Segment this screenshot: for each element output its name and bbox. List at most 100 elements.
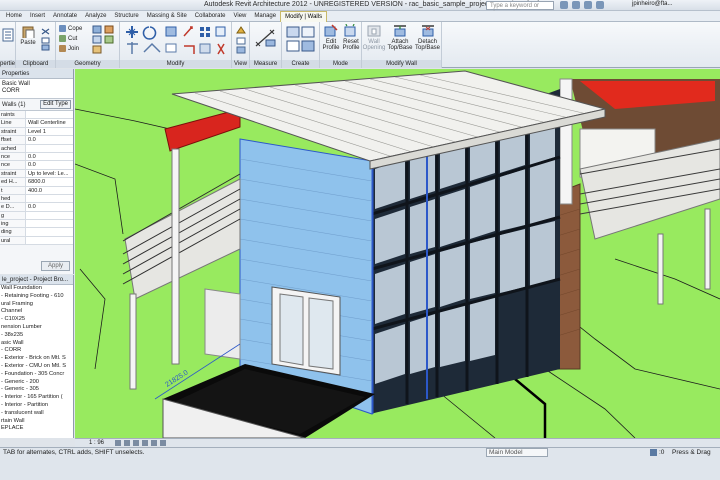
instance-selector[interactable]: Walls (1) [2,102,25,108]
group-clipboard: Paste Clipboard [16,22,56,68]
tab-home[interactable]: Home [2,11,26,21]
crop-region-icon[interactable] [151,440,157,446]
ribbon-tabs: Home Insert Annotate Analyze Structure M… [0,10,720,22]
group-label-geometry: Geometry [56,60,119,68]
cut-label: Cut [68,35,78,42]
tab-structure[interactable]: Structure [110,11,142,21]
edit-type-button[interactable]: Edit Type [40,100,71,109]
view-scale[interactable]: 1 : 96 [89,439,104,447]
instance-selector-row: Walls (1) Edit Type [0,99,73,111]
project-browser: le_project - Project Bro... Wall Foundat… [0,275,74,438]
tree-item[interactable]: - C10X25 [1,316,73,324]
tree-item[interactable]: - 38x235 [1,332,73,340]
type-selector[interactable]: Basic Wall CORR [0,79,73,99]
create-tools-icons[interactable] [285,25,317,55]
property-row[interactable]: straint Level 1 [0,127,73,137]
group-modify-wall: Wall Opening Attach Top/Base Detach Top/… [362,22,442,68]
property-row[interactable]: nce 0.0 [0,161,73,170]
cope-label: Cope [68,25,83,32]
measure-icon[interactable] [254,26,278,50]
3d-viewport[interactable]: 21825.0 [75,69,720,438]
tree-item[interactable]: - Generic - 305 [1,386,73,394]
edit-profile-button[interactable]: Edit Profile [321,24,341,51]
detach-top-base-button[interactable]: Detach Top/Base [414,24,441,51]
temporary-hide-icon[interactable] [160,440,166,446]
active-model-dropdown[interactable]: Main Model [486,448,548,457]
attach-top-base-button[interactable]: Attach Top/Base [387,24,413,51]
tree-item[interactable]: - Generic - 200 [1,379,73,387]
reset-profile-button[interactable]: Reset Profile [341,24,361,51]
tree-item[interactable]: - Foundation - 305 Concr [1,371,73,379]
shadows-icon[interactable] [142,440,148,446]
property-row[interactable]: Line Wall Centerline [0,119,73,128]
wall-opening-label: Wall Opening [362,39,386,51]
view-tools-icons[interactable] [235,25,247,55]
tab-view[interactable]: View [229,11,250,21]
property-row[interactable]: g [0,211,73,221]
filter-count: :0 [659,449,665,456]
property-row[interactable]: e D... 0.0 [0,203,73,212]
tree-item[interactable]: nension Lumber [1,324,73,332]
visual-style-icon[interactable] [124,440,130,446]
tab-manage[interactable]: Manage [250,11,280,21]
sun-path-icon[interactable] [133,440,139,446]
tree-item[interactable]: rtain Wall [1,418,73,426]
tab-modify-walls[interactable]: Modify | Walls [280,10,328,22]
tab-massing-site[interactable]: Massing & Site [143,11,191,21]
tree-item[interactable]: Channel [1,308,73,316]
communication-icon[interactable] [584,1,592,9]
tab-annotate[interactable]: Annotate [49,11,81,21]
properties-icon[interactable] [2,28,14,42]
property-row[interactable]: ached [0,144,73,153]
property-row[interactable]: ffset 0.0 [0,136,73,145]
binoculars-icon[interactable] [560,1,568,9]
property-row[interactable]: ing [0,220,73,229]
property-category[interactable]: raints [0,111,73,120]
join-button[interactable]: Join [59,45,79,52]
view-control-icons [115,440,166,446]
tab-collaborate[interactable]: Collaborate [191,11,230,21]
filter-icon[interactable] [650,449,657,456]
tree-item[interactable]: asic Wall [1,340,73,348]
geometry-tools-icons[interactable] [92,25,116,55]
property-row[interactable]: hed [0,194,73,204]
tree-item[interactable]: EPLACE [1,425,73,433]
tree-item[interactable]: Wall Foundation [1,285,73,293]
tree-item[interactable]: - Exterior - Brick on Mtl. S [1,355,73,363]
tab-analyze[interactable]: Analyze [81,11,110,21]
tab-insert[interactable]: Insert [26,11,49,21]
user-account[interactable]: jpinheiro@fta... [632,1,672,7]
detail-level-icon[interactable] [115,440,121,446]
paste-button[interactable]: Paste [19,25,37,46]
press-drag-toggle[interactable]: Press & Drag [672,448,711,457]
tree-item[interactable]: - Exterior - CMU on Mtl. S [1,363,73,371]
cut-geometry-button[interactable]: Cut [59,35,77,42]
tree-item[interactable]: - Interior - Partition [1,402,73,410]
property-category[interactable]: ural [0,236,73,246]
tree-item[interactable]: - CORR [1,347,73,355]
tree-item[interactable]: ural Framing [1,301,73,309]
property-row[interactable]: nce 0.0 [0,152,73,162]
ribbon-panel: perties Paste Clipboard Cope Cut Join Ge… [0,22,720,68]
property-row[interactable]: straint Up to level: Le... [0,169,73,179]
cut-copy-icons[interactable] [40,26,52,52]
type-family: Basic Wall [2,81,30,87]
detach-label: Detach Top/Base [414,39,441,51]
group-label-modify: Modify [120,60,231,68]
tree-item[interactable]: - Retaining Footing - 610 [1,293,73,301]
subscription-icon[interactable] [572,1,580,9]
cope-button[interactable]: Cope [59,25,82,32]
star-icon[interactable] [596,1,604,9]
property-row[interactable]: ed H... 6800.0 [0,178,73,187]
apply-button[interactable]: Apply [40,261,70,271]
tree-item[interactable]: - translucent wall [1,410,73,418]
property-row[interactable]: ding [0,228,73,237]
property-row[interactable]: t 400.0 [0,186,73,195]
modify-tools-icons[interactable] [124,24,228,58]
tree-item[interactable]: - Interior - 165 Partition ( [1,394,73,402]
search-input[interactable]: Type a keyword or phrase [486,1,554,17]
wall-opening-button[interactable]: Wall Opening [363,24,385,51]
building-model[interactable]: 21825.0 [75,69,720,438]
status-message: TAB for alternates, CTRL adds, SHIFT uns… [3,449,145,456]
cut-geometry-icon [59,35,66,42]
